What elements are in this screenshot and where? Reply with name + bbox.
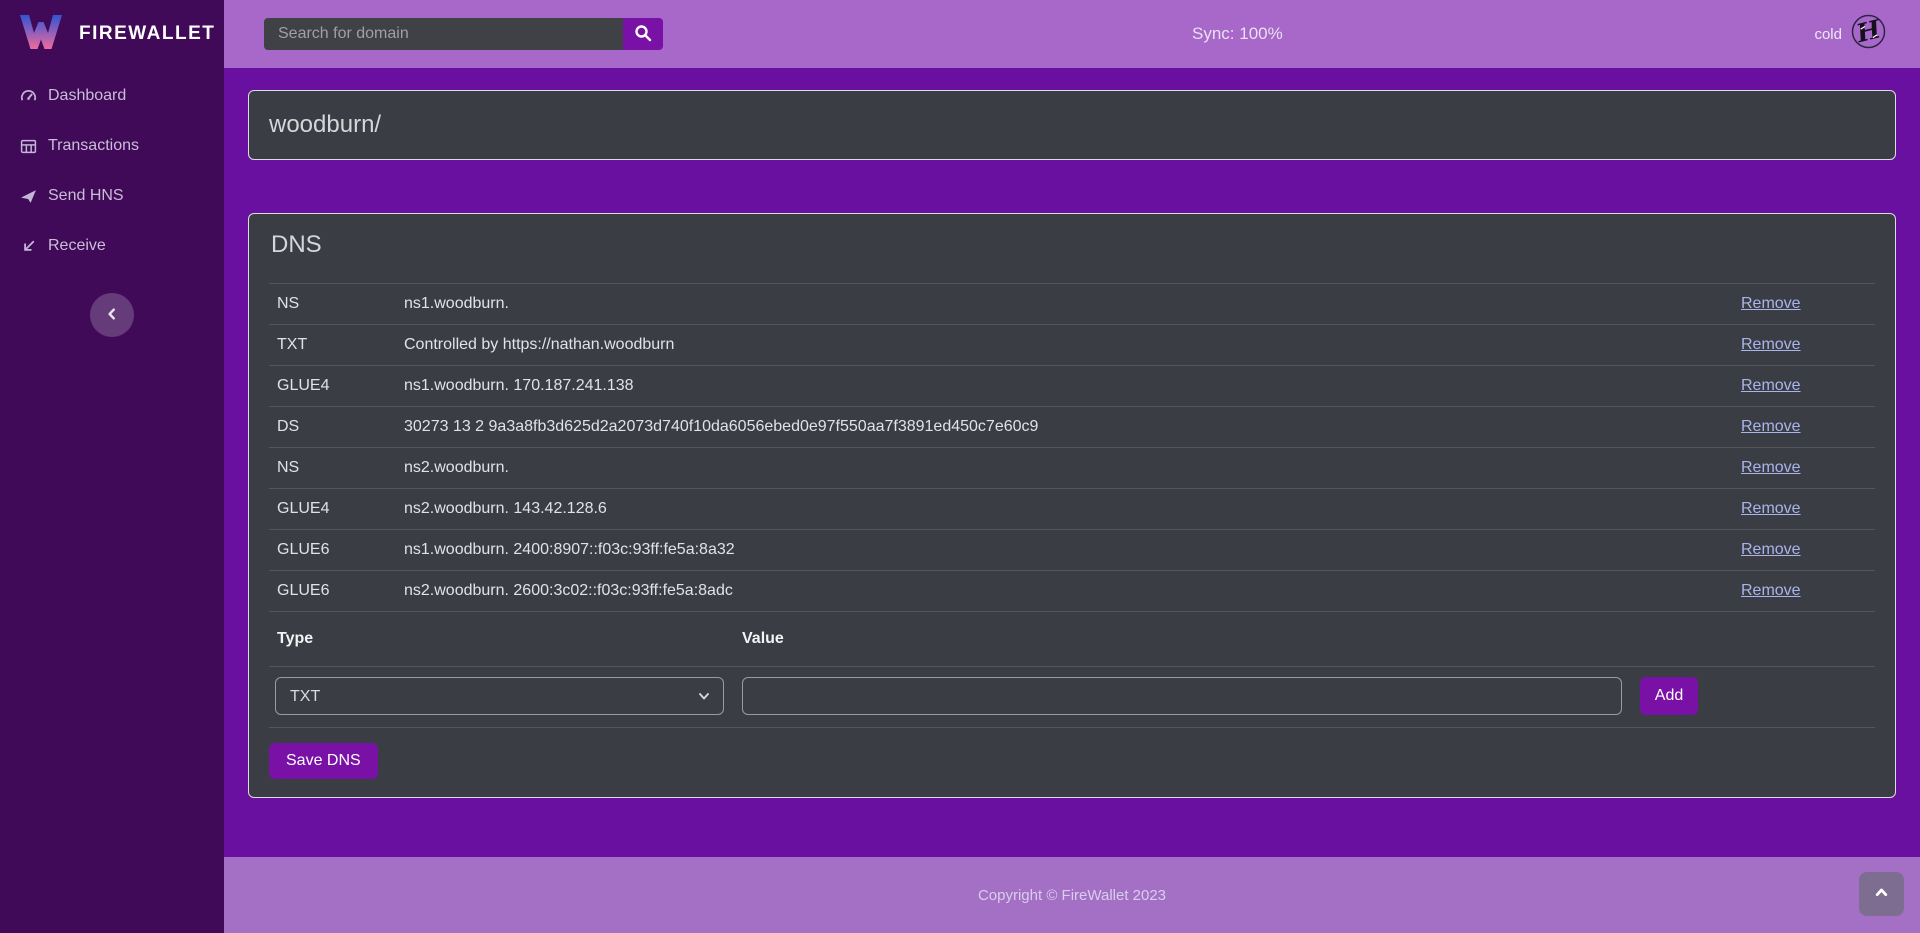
remove-link[interactable]: Remove [1741,541,1801,558]
chevron-up-icon [1874,885,1889,903]
sidebar-item-dashboard[interactable]: Dashboard [0,77,224,115]
dns-record-type: GLUE6 [269,541,404,559]
sidebar-item-label: Send HNS [48,187,124,205]
remove-link[interactable]: Remove [1741,336,1801,353]
dns-record-value: ns2.woodburn. [404,459,1741,477]
sidebar-item-label: Dashboard [48,87,126,105]
wallet-indicator: cold H [1814,13,1920,55]
record-value-input[interactable] [742,677,1622,715]
type-select-wrap: TXT [275,677,724,715]
type-column-header: Type [269,630,724,648]
table-icon [20,138,37,155]
remove-link[interactable]: Remove [1741,295,1801,312]
sidebar-item-transactions[interactable]: Transactions [0,127,224,165]
dns-record-value: Controlled by https://nathan.woodburn [404,336,1741,354]
dns-form-headers: Type Value [269,611,1875,666]
dns-record-action: Remove [1741,500,1875,518]
dns-record-row: GLUE4 ns1.woodburn. 170.187.241.138 Remo… [269,365,1875,406]
dns-record-action: Remove [1741,295,1875,313]
dns-record-row: GLUE6 ns1.woodburn. 2400:8907::f03c:93ff… [269,529,1875,570]
firewallet-logo-icon [18,12,64,57]
dns-record-action: Remove [1741,541,1875,559]
sidebar-item-send-hns[interactable]: Send HNS [0,177,224,215]
app-window: FIREWALLET Dashboard [0,0,1920,933]
gauge-icon [20,88,37,105]
dns-record-type: GLUE6 [269,582,404,600]
save-row: Save DNS [269,728,1875,779]
save-dns-button[interactable]: Save DNS [269,743,378,779]
remove-link[interactable]: Remove [1741,459,1801,476]
dns-record-type: NS [269,295,404,313]
main-column: Sync: 100% cold H woodburn/ [224,0,1920,933]
dns-record-type: TXT [269,336,404,354]
dns-record-row: NS ns2.woodburn. Remove [269,447,1875,488]
remove-link[interactable]: Remove [1741,418,1801,435]
domain-title: woodburn/ [269,111,381,139]
brand: FIREWALLET [0,0,224,68]
dns-record-action: Remove [1741,418,1875,436]
remove-link[interactable]: Remove [1741,500,1801,517]
handshake-logo-icon: H [1850,13,1887,55]
dns-record-action: Remove [1741,582,1875,600]
dns-record-value: ns1.woodburn. 2400:8907::f03c:93ff:fe5a:… [404,541,1741,559]
main-content: woodburn/ DNS NS ns1.woodburn. Remove TX… [224,68,1920,857]
domain-search [264,18,663,50]
copyright-text: Copyright © FireWallet 2023 [978,887,1166,904]
dns-record-value: ns2.woodburn. 2600:3c02::f03c:93ff:fe5a:… [404,582,1741,600]
sidebar-item-receive[interactable]: Receive [0,227,224,265]
dns-records-table: NS ns1.woodburn. Remove TXT Controlled b… [269,283,1875,611]
remove-link[interactable]: Remove [1741,582,1801,599]
sidebar-item-label: Transactions [48,137,139,155]
sidebar-collapse-button[interactable] [90,293,134,337]
dns-record-action: Remove [1741,377,1875,395]
dns-record-type: NS [269,459,404,477]
dns-record-value: ns1.woodburn. 170.187.241.138 [404,377,1741,395]
scroll-to-top-button[interactable] [1859,872,1904,916]
search-input[interactable] [264,18,623,50]
brand-name: FIREWALLET [79,23,215,45]
receive-icon [20,238,37,255]
wallet-name: cold [1814,26,1842,43]
domain-card: woodburn/ [248,90,1896,160]
send-icon [20,188,37,205]
remove-link[interactable]: Remove [1741,377,1801,394]
dns-record-row: TXT Controlled by https://nathan.woodbur… [269,324,1875,365]
dns-record-row: GLUE6 ns2.woodburn. 2600:3c02::f03c:93ff… [269,570,1875,611]
value-column-header: Value [742,630,1622,648]
record-type-select[interactable]: TXT [275,677,724,715]
dns-record-row: GLUE4 ns2.woodburn. 143.42.128.6 Remove [269,488,1875,529]
dns-card: DNS NS ns1.woodburn. Remove TXT Controll… [248,213,1896,798]
sidebar: FIREWALLET Dashboard [0,0,224,933]
dns-record-value: ns1.woodburn. [404,295,1741,313]
dns-add-form: TXT Add [269,666,1875,728]
dns-record-row: NS ns1.woodburn. Remove [269,283,1875,324]
dns-record-type: GLUE4 [269,500,404,518]
dns-record-row: DS 30273 13 2 9a3a8fb3d625d2a2073d740f10… [269,406,1875,447]
sidebar-item-label: Receive [48,237,106,255]
sidebar-nav: Dashboard Transactions [0,77,224,265]
dns-card-title: DNS [271,230,1875,259]
footer: Copyright © FireWallet 2023 [224,857,1920,933]
dns-record-action: Remove [1741,336,1875,354]
search-button[interactable] [623,18,663,50]
add-record-button[interactable]: Add [1640,677,1698,715]
topbar: Sync: 100% cold H [224,0,1920,68]
dns-record-type: DS [269,418,404,436]
dns-record-value: 30273 13 2 9a3a8fb3d625d2a2073d740f10da6… [404,418,1741,436]
dns-record-value: ns2.woodburn. 143.42.128.6 [404,500,1741,518]
dns-record-action: Remove [1741,459,1875,477]
chevron-left-icon [105,307,119,324]
dns-record-type: GLUE4 [269,377,404,395]
sync-status: Sync: 100% [1192,24,1283,44]
search-icon [634,24,652,45]
